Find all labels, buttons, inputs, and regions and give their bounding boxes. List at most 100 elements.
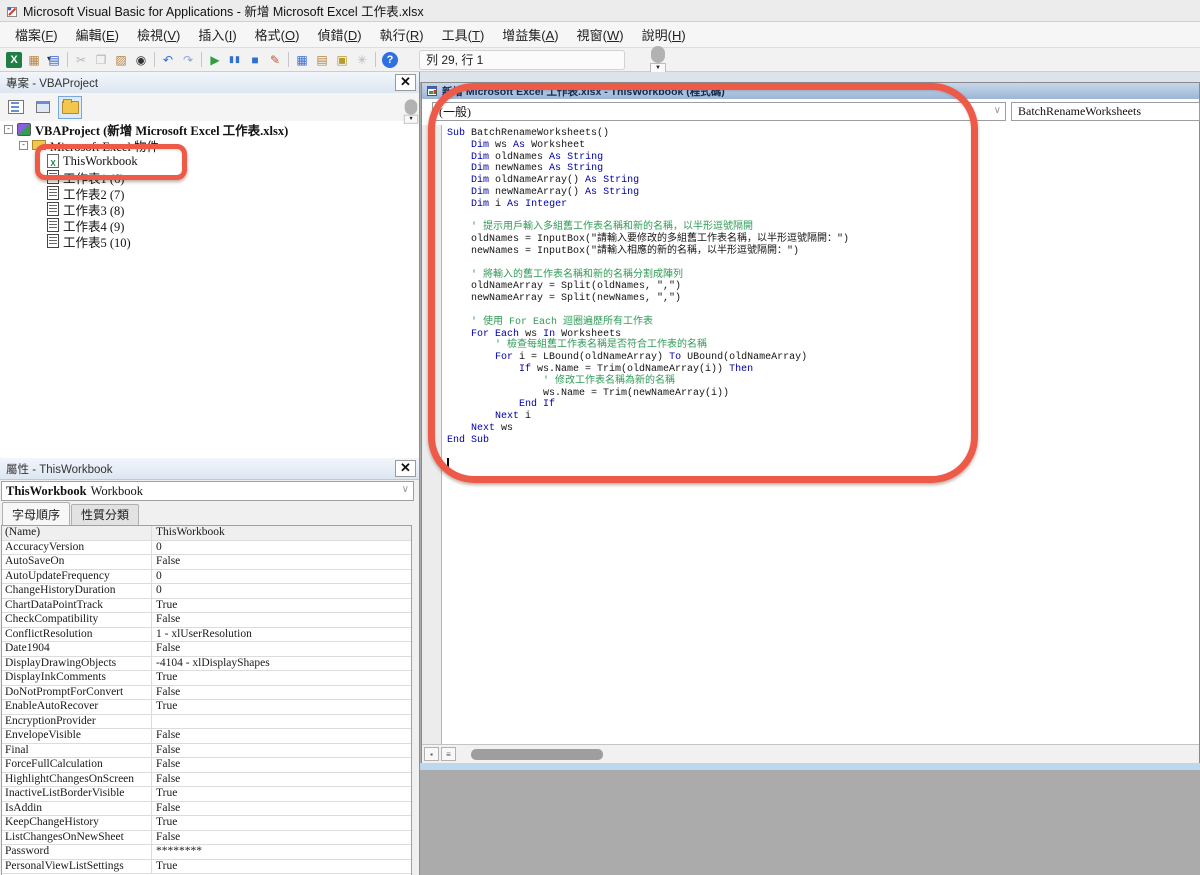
object-browser-button[interactable]: ▣ bbox=[332, 50, 352, 70]
tree-item[interactable]: 工作表5 (10) bbox=[0, 233, 418, 249]
properties-window-button[interactable]: ▤ bbox=[312, 50, 332, 70]
property-value: -4104 - xlDisplayShapes bbox=[152, 657, 411, 671]
procedure-dropdown[interactable]: BatchRenameWorksheets bbox=[1011, 102, 1200, 121]
menu-item[interactable]: 增益集(A) bbox=[493, 25, 567, 44]
tab-alphabetic[interactable]: 字母順序 bbox=[2, 502, 70, 525]
redo-button[interactable]: ↷ bbox=[178, 50, 198, 70]
view-excel-button[interactable]: X bbox=[6, 52, 22, 68]
menu-item[interactable]: 插入(I) bbox=[189, 25, 245, 44]
property-value: 1 - xlUserResolution bbox=[152, 628, 411, 642]
scroll-thumb[interactable] bbox=[405, 99, 418, 114]
property-value: True bbox=[152, 816, 411, 830]
cursor-position-field: 列 29, 行 1 bbox=[419, 50, 625, 70]
property-name: HighlightChangesOnScreen bbox=[2, 773, 152, 787]
property-row[interactable]: Password******** bbox=[2, 845, 411, 860]
tree-expander-icon[interactable]: - bbox=[19, 141, 28, 150]
full-module-view-button[interactable]: ≡ bbox=[441, 747, 456, 761]
reset-button[interactable]: ■ bbox=[245, 50, 265, 70]
property-name: ListChangesOnNewSheet bbox=[2, 831, 152, 845]
code-hscrollbar[interactable]: ▪ ≡ bbox=[422, 744, 1199, 763]
project-explorer-panel: 專案 - VBAProject ✕ -VBAProject (新增 Micros… bbox=[0, 72, 420, 458]
worksheet-icon bbox=[47, 218, 59, 232]
undo-button[interactable]: ↶ bbox=[158, 50, 178, 70]
close-project-panel-button[interactable]: ✕ bbox=[395, 74, 416, 91]
property-row[interactable]: FinalFalse bbox=[2, 744, 411, 759]
property-row[interactable]: EncryptionProvider bbox=[2, 715, 411, 730]
property-row[interactable]: ForceFullCalculationFalse bbox=[2, 758, 411, 773]
insert-userform-button[interactable]: ▦▾ bbox=[24, 50, 44, 70]
property-row[interactable]: ChangeHistoryDuration0 bbox=[2, 584, 411, 599]
project-icon bbox=[17, 123, 31, 136]
property-name: AccuracyVersion bbox=[2, 541, 152, 555]
property-row[interactable]: CheckCompatibilityFalse bbox=[2, 613, 411, 628]
menu-item[interactable]: 編輯(E) bbox=[67, 25, 128, 44]
property-row[interactable]: Date1904False bbox=[2, 642, 411, 657]
tree-expander-icon[interactable]: - bbox=[4, 125, 13, 134]
procedure-view-button[interactable]: ▪ bbox=[424, 747, 439, 761]
property-value: False bbox=[152, 686, 411, 700]
property-row[interactable]: PersonalViewListSettingsTrue bbox=[2, 860, 411, 875]
property-row[interactable]: AccuracyVersion0 bbox=[2, 541, 411, 556]
break-button[interactable]: ▮▮ bbox=[225, 50, 245, 70]
help-button[interactable]: ? bbox=[382, 52, 398, 68]
property-row[interactable]: DisplayDrawingObjects-4104 - xlDisplaySh… bbox=[2, 657, 411, 672]
project-toolbar-scroll-widget[interactable]: ▼ bbox=[404, 99, 418, 124]
menu-item[interactable]: 說明(H) bbox=[633, 25, 695, 44]
property-row[interactable]: (Name)ThisWorkbook bbox=[2, 526, 411, 541]
view-code-button[interactable] bbox=[4, 96, 28, 119]
property-name: Final bbox=[2, 744, 152, 758]
property-name: ConflictResolution bbox=[2, 628, 152, 642]
property-row[interactable]: ListChangesOnNewSheetFalse bbox=[2, 831, 411, 846]
property-value: False bbox=[152, 758, 411, 772]
chevron-down-icon: ∨ bbox=[994, 105, 1001, 116]
worksheet-icon bbox=[47, 186, 59, 200]
property-value: False bbox=[152, 613, 411, 627]
property-row[interactable]: EnvelopeVisibleFalse bbox=[2, 729, 411, 744]
menu-item[interactable]: 工具(T) bbox=[433, 25, 494, 44]
worksheet-icon bbox=[47, 202, 59, 216]
menu-item[interactable]: 執行(R) bbox=[371, 25, 433, 44]
view-object-button[interactable] bbox=[31, 96, 55, 119]
menu-item[interactable]: 檔案(F) bbox=[6, 25, 67, 44]
property-row[interactable]: DoNotPromptForConvertFalse bbox=[2, 686, 411, 701]
property-row[interactable]: ChartDataPointTrackTrue bbox=[2, 599, 411, 614]
code-window-icon bbox=[426, 85, 438, 97]
property-row[interactable]: InactiveListBorderVisibleTrue bbox=[2, 787, 411, 802]
toggle-folders-button[interactable] bbox=[58, 96, 82, 119]
window-title: Microsoft Visual Basic for Applications … bbox=[23, 1, 424, 20]
property-row[interactable]: IsAddinFalse bbox=[2, 802, 411, 817]
run-button[interactable]: ▶ bbox=[205, 50, 225, 70]
scroll-down-arrow-icon[interactable]: ▼ bbox=[404, 115, 418, 124]
cursor-position-label: 列 29, 行 1 bbox=[426, 51, 483, 68]
find-button[interactable]: ◉ bbox=[131, 50, 151, 70]
property-row[interactable]: KeepChangeHistoryTrue bbox=[2, 816, 411, 831]
property-row[interactable]: HighlightChangesOnScreenFalse bbox=[2, 773, 411, 788]
menu-item[interactable]: 視窗(W) bbox=[568, 25, 633, 44]
object-selector[interactable]: ThisWorkbook Workbook ∨ bbox=[1, 481, 414, 501]
property-row[interactable]: AutoSaveOnFalse bbox=[2, 555, 411, 570]
scroll-thumb[interactable] bbox=[651, 46, 665, 63]
hscroll-thumb[interactable] bbox=[471, 749, 603, 760]
tab-categorized[interactable]: 性質分類 bbox=[71, 504, 139, 525]
properties-panel-title: 屬性 - ThisWorkbook bbox=[6, 461, 113, 477]
close-properties-panel-button[interactable]: ✕ bbox=[395, 460, 416, 477]
save-button[interactable]: ▤ bbox=[44, 50, 64, 70]
property-name: AutoSaveOn bbox=[2, 555, 152, 569]
property-row[interactable]: EnableAutoRecoverTrue bbox=[2, 700, 411, 715]
toolbar-scroll-widget[interactable]: ▼ bbox=[650, 46, 666, 74]
design-mode-button[interactable]: ✎ bbox=[265, 50, 285, 70]
property-row[interactable]: AutoUpdateFrequency0 bbox=[2, 570, 411, 585]
copy-button: ❐ bbox=[91, 50, 111, 70]
property-row[interactable]: ConflictResolution1 - xlUserResolution bbox=[2, 628, 411, 643]
project-panel-toolbar bbox=[0, 93, 419, 122]
property-value: False bbox=[152, 802, 411, 816]
project-explorer-button[interactable]: ▦ bbox=[292, 50, 312, 70]
property-name: DoNotPromptForConvert bbox=[2, 686, 152, 700]
property-name: IsAddin bbox=[2, 802, 152, 816]
menu-item[interactable]: 格式(O) bbox=[246, 25, 309, 44]
menu-item[interactable]: 檢視(V) bbox=[128, 25, 189, 44]
app-icon bbox=[5, 4, 19, 18]
property-row[interactable]: DisplayInkCommentsTrue bbox=[2, 671, 411, 686]
menu-item[interactable]: 偵錯(D) bbox=[308, 25, 370, 44]
paste-button[interactable]: ▨ bbox=[111, 50, 131, 70]
